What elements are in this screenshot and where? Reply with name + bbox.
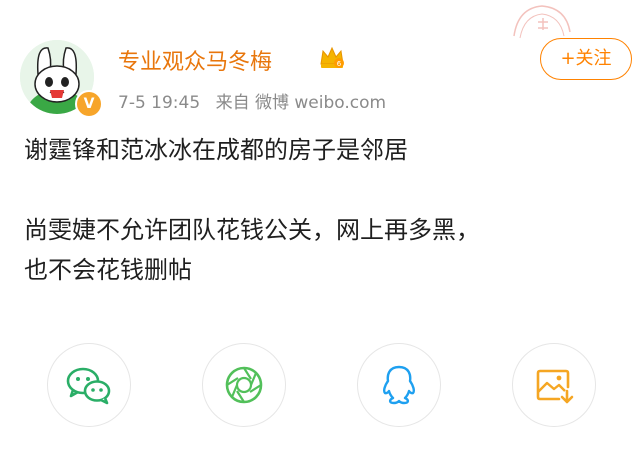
share-qq-button[interactable] <box>357 343 441 427</box>
save-image-button[interactable] <box>512 343 596 427</box>
post-meta: 7-5 19:45 来自 微博 weibo.com <box>118 88 396 113</box>
post-text-line: 尚雯婕不允许团队花钱公关，网上再多黑， <box>24 216 480 244</box>
post-text-line: 也不会花钱删帖 <box>24 256 192 284</box>
post-content: 谢霆锋和范冰冰在成都的房子是邻居 尚雯婕不允许团队花钱公关，网上再多黑， 也不会… <box>24 130 624 290</box>
share-moments-button[interactable] <box>202 343 286 427</box>
crown-icon: 6 <box>320 46 344 68</box>
stamp-icon <box>513 5 571 39</box>
post-date: 7-5 19:45 <box>118 93 201 113</box>
moments-icon <box>225 366 263 404</box>
save-image-icon <box>536 369 574 404</box>
post-header: V 专业观众马冬梅 6 7-5 19:45 来自 微博 weibo.com +关… <box>0 0 640 125</box>
username[interactable]: 专业观众马冬梅 <box>118 44 272 76</box>
qq-icon <box>383 365 415 405</box>
post-text-line: 谢霆锋和范冰冰在成都的房子是邻居 <box>24 136 408 164</box>
verified-badge: V <box>75 90 103 118</box>
share-bar <box>0 343 640 433</box>
wechat-icon <box>66 367 111 405</box>
post-source: 来自 微博 weibo.com <box>215 93 387 113</box>
share-wechat-button[interactable] <box>47 343 131 427</box>
svg-text:6: 6 <box>337 60 342 68</box>
follow-button[interactable]: +关注 <box>540 38 632 80</box>
